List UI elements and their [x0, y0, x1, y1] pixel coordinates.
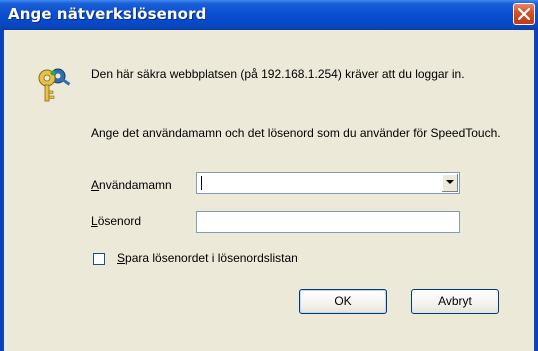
close-icon [518, 8, 530, 20]
window-frame-right [534, 30, 538, 351]
login-dialog: Ange nätverkslösenord Den här säkra webb… [0, 0, 538, 351]
ok-button[interactable]: OK [299, 289, 387, 314]
password-field[interactable] [196, 211, 460, 233]
text-caret [201, 176, 202, 190]
cancel-button[interactable]: Avbryt [411, 289, 499, 314]
instruction-message: Ange det användamamn och det lösenord so… [91, 126, 501, 140]
title-bar[interactable]: Ange nätverkslösenord [0, 0, 538, 30]
save-password-checkbox[interactable] [93, 253, 105, 265]
dropdown-button[interactable] [441, 174, 458, 192]
window-title: Ange nätverkslösenord [8, 5, 207, 23]
close-button[interactable] [513, 3, 535, 25]
password-label: Lösenord [91, 214, 142, 228]
security-message: Den här säkra webbplatsen (på 192.168.1.… [91, 67, 465, 81]
username-combobox[interactable] [196, 172, 460, 194]
username-label: Användamamn [91, 178, 172, 192]
save-password-label[interactable]: Spara lösenordet i lösenordslistan [117, 251, 298, 265]
window-frame-left [0, 30, 4, 351]
keys-icon [38, 68, 71, 102]
chevron-down-icon [446, 180, 454, 184]
